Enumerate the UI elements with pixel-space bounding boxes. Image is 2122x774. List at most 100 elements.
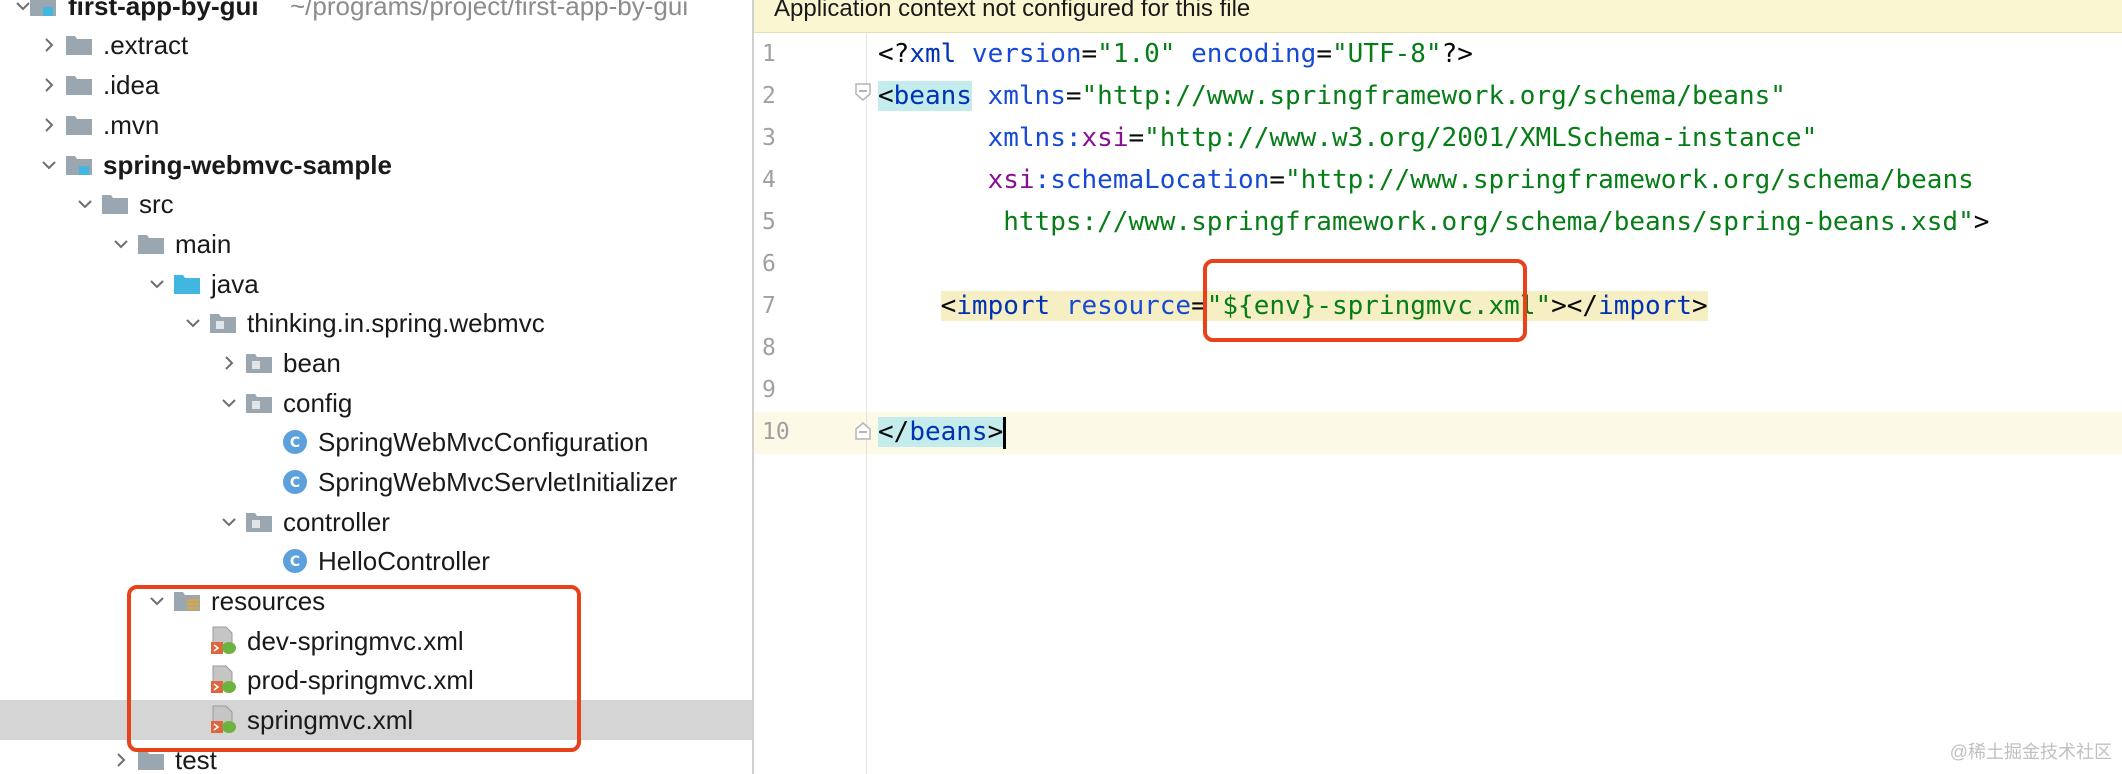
code-token: <? (878, 39, 910, 69)
tree-node[interactable]: src (0, 184, 752, 224)
line-number: 6 (762, 251, 776, 277)
chevron-right-icon[interactable] (36, 112, 62, 138)
line-number: 7 (762, 293, 776, 319)
tree-node-label: spring-webmvc-sample (103, 150, 392, 180)
line-number: 10 (762, 419, 790, 445)
code-token: > (987, 417, 1004, 447)
code-token: > (1973, 207, 1990, 237)
code-token: xsi (987, 165, 1035, 195)
package-icon (244, 388, 274, 418)
line-number: 2 (762, 83, 776, 109)
folder-icon (136, 229, 166, 259)
chevron-right-icon[interactable] (36, 72, 62, 98)
code-token: :schemaLocation (1034, 165, 1270, 195)
tree-node-label: SpringWebMvcConfiguration (318, 427, 649, 457)
code-token: import (1598, 291, 1693, 321)
chevron-down-icon[interactable] (108, 231, 134, 257)
tree-node-label: thinking.in.spring.webmvc (247, 308, 545, 338)
code-token: "UTF-8" (1332, 39, 1442, 69)
banner-text: Application context not configured for t… (774, 0, 1251, 22)
tree-node-label: config (283, 388, 353, 418)
class-icon: C (280, 546, 310, 576)
line-number: 5 (762, 209, 776, 235)
editor-pane[interactable]: Application context not configured for t… (754, 0, 2122, 774)
tree-node[interactable]: .mvn (0, 105, 752, 145)
tree-node-label: bean (283, 348, 341, 378)
chevron-right-icon[interactable] (108, 747, 134, 773)
package-icon (244, 507, 274, 537)
code-token: beans (893, 81, 972, 111)
code-line-1[interactable]: <?xml version="1.0" encoding="UTF-8"?> (878, 33, 1473, 75)
highlight-box-resources (127, 585, 581, 752)
line-number: 9 (762, 377, 776, 403)
code-token: xmlns (971, 81, 1066, 111)
code-token: = (1269, 165, 1286, 195)
chevron-down-icon[interactable] (180, 310, 206, 336)
code-token: import (956, 291, 1051, 321)
code-token: = (1081, 39, 1098, 69)
svg-text:C: C (290, 554, 300, 570)
folder-icon (100, 189, 130, 219)
class-icon: C (280, 427, 310, 457)
code-token: = (1128, 123, 1145, 153)
code-token: > (1692, 291, 1708, 321)
code-line-5[interactable]: https://www.springframework.org/schema/b… (878, 201, 1989, 243)
tree-node[interactable]: thinking.in.spring.webmvc (0, 303, 752, 343)
package-icon (208, 308, 238, 338)
tree-node[interactable]: C SpringWebMvcConfiguration (0, 422, 752, 462)
watermark: @稀土掘金技术社区 (1949, 742, 2112, 762)
code-token: encoding (1175, 39, 1317, 69)
editor-notification-banner: Application context not configured for t… (754, 0, 2122, 33)
code-token: < (878, 81, 894, 111)
tree-node[interactable]: java (0, 264, 752, 304)
line-number: 3 (762, 125, 776, 151)
code-line-3[interactable]: xmlns:xsi="http://www.w3.org/2001/XMLSch… (878, 117, 1818, 159)
line-number-gutter: 1 2 3 4 5 6 7 8 9 10 (754, 33, 866, 774)
code-token: : (1065, 123, 1082, 153)
line-number: 4 (762, 167, 776, 193)
tree-node[interactable]: C SpringWebMvcServletInitializer (0, 462, 752, 502)
tree-node[interactable]: controller (0, 502, 752, 542)
chevron-down-icon[interactable] (216, 509, 242, 535)
tree-node[interactable]: spring-webmvc-sample (0, 145, 752, 185)
tree-node[interactable]: config (0, 383, 752, 423)
code-token: "http://www.springframework.org/schema/b… (1285, 165, 1974, 195)
code-line-4[interactable]: xsi:schemaLocation="http://www.springfra… (878, 159, 1974, 201)
code-token: xsi (1081, 123, 1129, 153)
fold-end-icon[interactable] (854, 421, 872, 441)
chevron-right-icon[interactable] (216, 350, 242, 376)
code-token: version (956, 39, 1082, 69)
tree-node-label: main (175, 229, 232, 259)
module-icon (28, 0, 58, 21)
chevron-down-icon[interactable] (216, 390, 242, 416)
chevron-down-icon[interactable] (36, 152, 62, 178)
code-token: "1.0" (1097, 39, 1176, 69)
chevron-down-icon[interactable] (144, 271, 170, 297)
svg-text:C: C (290, 435, 300, 451)
tree-node[interactable]: C HelloController (0, 541, 752, 581)
code-token: xmlns (987, 123, 1066, 153)
code-token: ></ (1551, 291, 1599, 321)
fold-start-icon[interactable] (854, 82, 872, 102)
code-token: </ (878, 417, 910, 447)
text-caret (1003, 416, 1007, 449)
tree-node[interactable]: .extract (0, 25, 752, 65)
tree-node-label: .mvn (103, 110, 160, 140)
chevron-down-icon[interactable] (72, 191, 98, 217)
source-folder-icon (172, 269, 202, 299)
tree-node[interactable]: bean (0, 343, 752, 383)
tree-node[interactable]: main (0, 224, 752, 264)
folder-icon (64, 30, 94, 60)
tree-node-label: first-app-by-gui (68, 0, 259, 21)
chevron-right-icon[interactable] (36, 32, 62, 58)
tree-node[interactable]: first-app-by-gui ~/programs/project/first… (0, 0, 752, 26)
class-icon: C (280, 467, 310, 497)
code-line-10[interactable]: </beans> (878, 411, 1007, 453)
tree-node[interactable]: .idea (0, 65, 752, 105)
code-token: = (1316, 39, 1332, 69)
code-line-2[interactable]: <beans xmlns="http://www.springframework… (878, 75, 1786, 117)
code-token: = (1065, 81, 1082, 111)
